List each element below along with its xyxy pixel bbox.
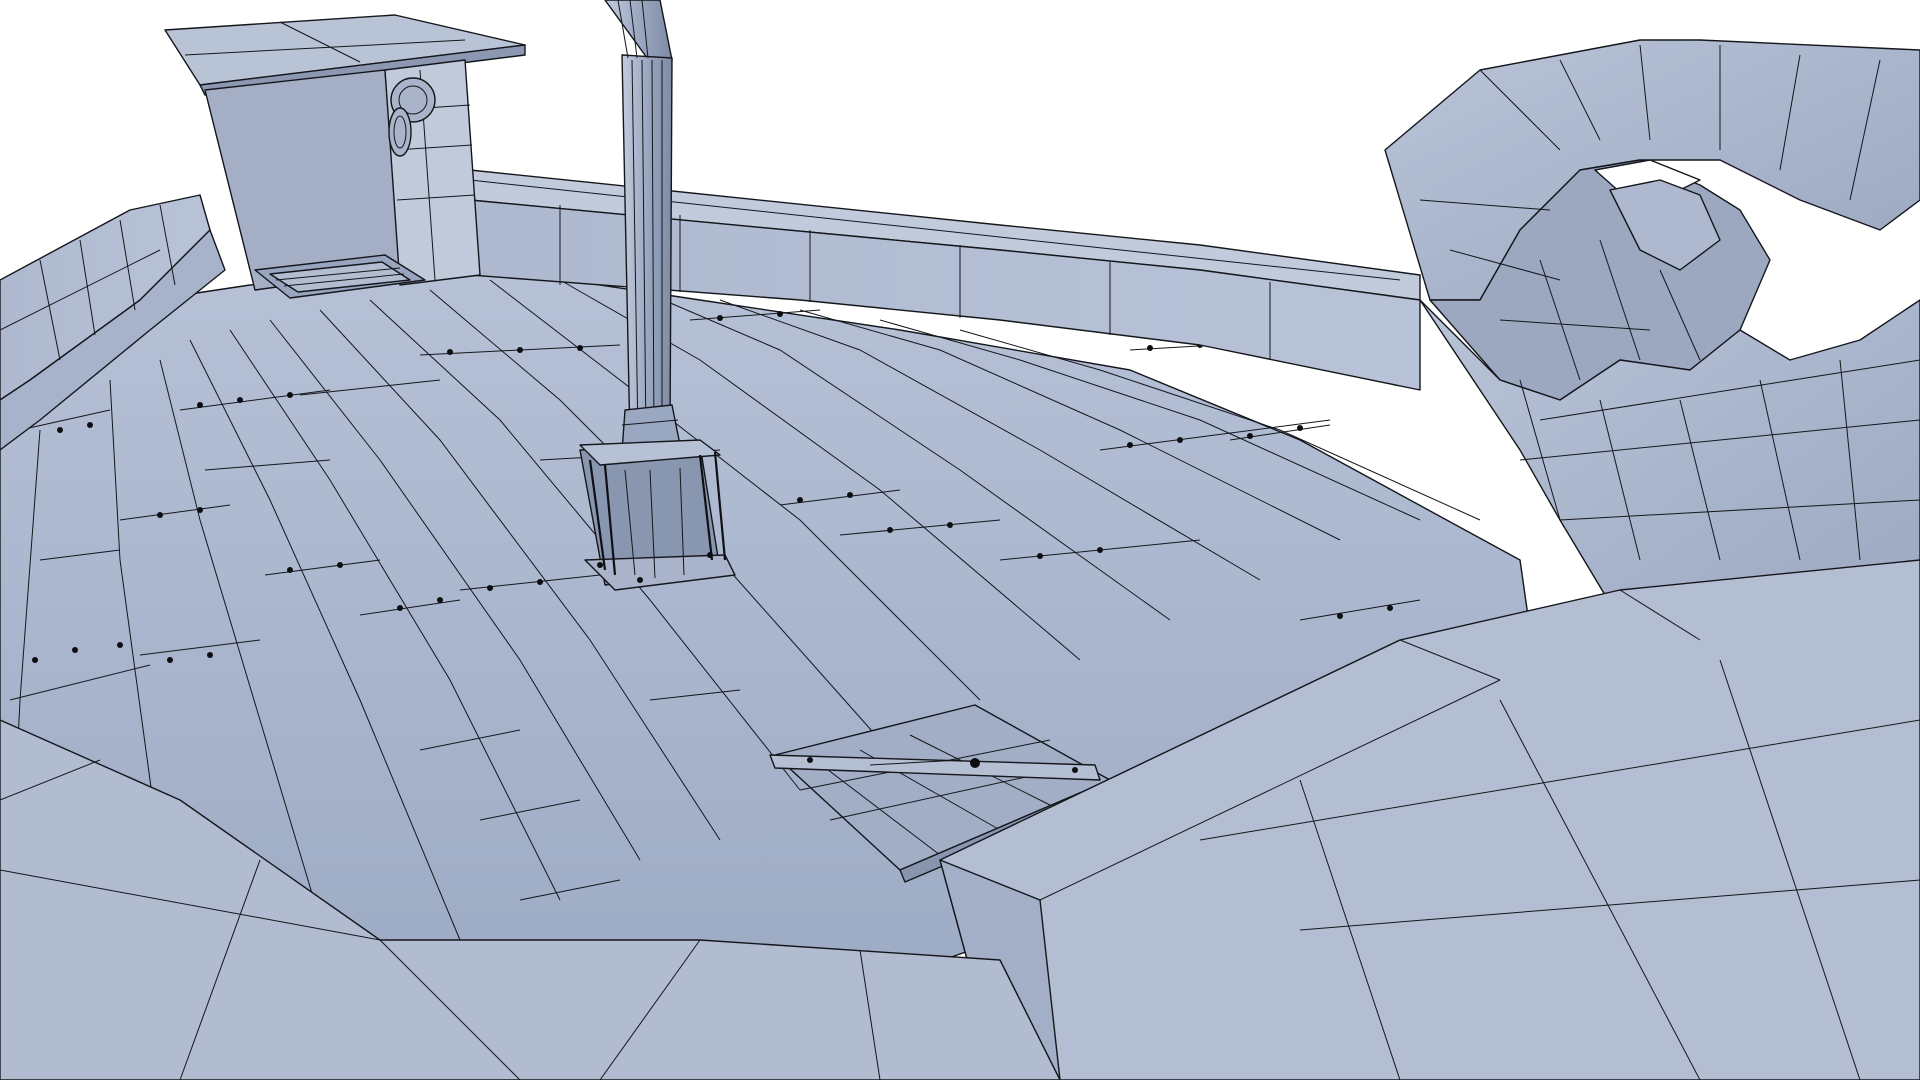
render-viewport[interactable] — [0, 0, 1920, 1080]
boat-deck-render — [0, 0, 1920, 1080]
